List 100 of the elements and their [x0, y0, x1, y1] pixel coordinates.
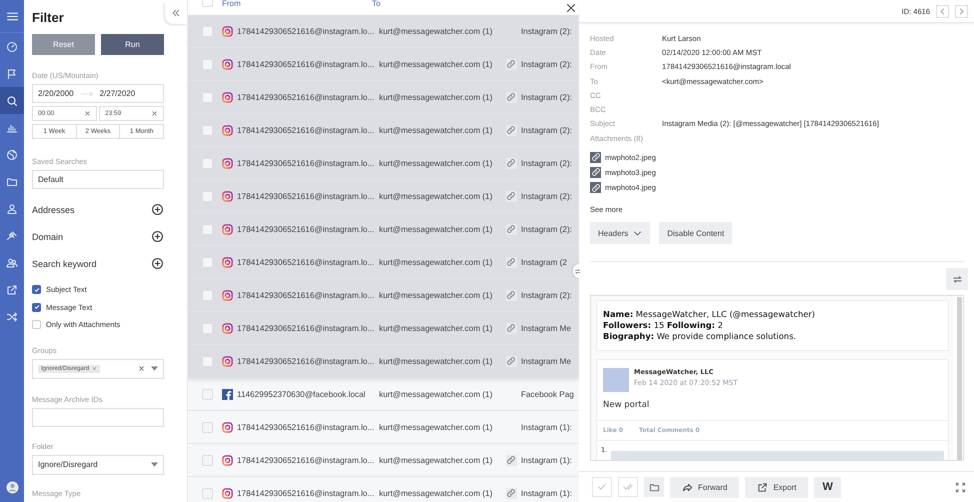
row-checkbox[interactable] [202, 422, 213, 432]
word-export-button[interactable]: W [814, 476, 841, 498]
recipient-address: kurt@messagewatcher.com (1) [379, 158, 494, 168]
next-button[interactable] [955, 4, 968, 18]
message-subject: Instagram (2): [521, 224, 572, 234]
fullscreen-icon[interactable] [955, 482, 966, 492]
add-icon[interactable] [151, 257, 164, 270]
logo-placeholder [603, 368, 629, 392]
message-row[interactable]: 17841429306521616@instagram.lo... kurt@messagewatcher.com (1) Instagram (1): [188, 444, 579, 477]
row-checkbox[interactable] [202, 290, 213, 300]
row-checkbox[interactable] [202, 388, 213, 400]
message-row[interactable]: 17841429306521616@instagram.lo... kurt@messagewatcher.com (1) Instagram (1): [188, 477, 579, 502]
recipient-address: kurt@messagewatcher.com (1) [379, 390, 494, 398]
instagram-icon [222, 290, 233, 300]
sender-address: 17841429306521616@instagram.lo... [237, 356, 376, 366]
headers-button[interactable]: Headers [590, 222, 650, 244]
nav-item[interactable] [0, 87, 24, 114]
clear-icon[interactable] [84, 110, 91, 117]
row-checkbox[interactable] [202, 158, 213, 168]
sender-address: 17841429306521616@instagram.lo... [237, 126, 376, 134]
message-row[interactable]: 17841429306521616@instagram.lo... kurt@messagewatcher.com (1) Instagram (2 [188, 246, 579, 279]
swap-icon [952, 274, 962, 285]
profile-text: Name: MessageWatcher, LLC (@messagewatcher) [603, 309, 816, 320]
check-icon [597, 482, 607, 492]
date-range-field[interactable]: 2/20/2000 2/27/2020 [32, 84, 164, 103]
message-row[interactable]: 17841429306521616@instagram.lo... kurt@messagewatcher.com (1) Instagram Me [188, 345, 579, 378]
message-row[interactable]: 114629952370630@facebook.local kurt@messagewatcher.com (1) Facebook Pag [188, 378, 579, 411]
recipient-address: kurt@messagewatcher.com (1) [379, 456, 494, 464]
saved-search-field[interactable]: Default [32, 170, 164, 189]
checkbox[interactable] [32, 285, 41, 294]
row-checkbox[interactable] [202, 92, 213, 102]
row-checkbox[interactable] [202, 190, 213, 202]
menu-icon[interactable] [6, 10, 18, 22]
previous-button[interactable] [936, 4, 949, 18]
recipient-address: kurt@messagewatcher.com (1) [379, 258, 494, 266]
instagram-icon [222, 190, 233, 202]
recipient-address: kurt@messagewatcher.com (1) [379, 60, 494, 68]
post-text: New portal [602, 399, 650, 412]
folder-select[interactable]: Ignore/Disregard [32, 454, 164, 474]
instagram-icon [222, 322, 233, 334]
row-checkbox[interactable] [202, 124, 213, 136]
message-row[interactable]: 17841429306521616@instagram.lo... kurt@messagewatcher.com (1) Instagram (2): [188, 213, 579, 246]
message-row[interactable]: 17841429306521616@instagram.lo... kurt@messagewatcher.com (1) Instagram (2): [188, 81, 579, 114]
collapse-button[interactable] [165, 2, 187, 24]
instagram-icon [222, 26, 233, 36]
row-checkbox[interactable] [202, 322, 213, 334]
row-checkbox[interactable] [202, 256, 213, 268]
run-button[interactable]: Run [101, 34, 164, 55]
row-checkbox[interactable] [202, 58, 213, 70]
swap-button[interactable] [946, 268, 968, 290]
search-icon [6, 94, 18, 106]
avatar-icon[interactable] [6, 480, 18, 494]
add-icon[interactable] [151, 230, 164, 243]
caret-icon[interactable] [151, 366, 158, 371]
archive-ids-field[interactable] [32, 408, 164, 426]
recipient-address: kurt@messagewatcher.com (1) [379, 290, 494, 300]
instagram-icon [222, 158, 233, 168]
chevron-left-icon [938, 6, 947, 16]
row-checkbox[interactable] [202, 26, 213, 36]
disable-content-button[interactable]: Disable Content [659, 222, 732, 244]
sender-address: 17841429306521616@instagram.lo... [237, 488, 376, 498]
message-row[interactable]: 17841429306521616@instagram.lo... kurt@messagewatcher.com (1) Instagram Me [188, 312, 579, 345]
caret-icon[interactable] [151, 462, 158, 467]
external-link-icon [757, 482, 768, 492]
row-checkbox[interactable] [202, 356, 213, 366]
clear-icon[interactable] [151, 110, 158, 117]
row-checkbox[interactable] [202, 488, 213, 498]
folder-icon [648, 482, 660, 492]
recipient-address: kurt@messagewatcher.com (1) [379, 224, 494, 234]
sender-address: 17841429306521616@instagram.lo... [237, 324, 376, 332]
shuffle-icon [6, 310, 18, 322]
column-header[interactable]: To [372, 0, 380, 8]
row-checkbox[interactable] [202, 224, 213, 234]
column-header[interactable]: From [222, 0, 372, 8]
scrollbar[interactable] [957, 297, 962, 460]
recipient-address: kurt@messagewatcher.com (1) [379, 324, 494, 332]
clear-icon[interactable] [138, 365, 145, 372]
folder-icon [6, 176, 18, 188]
attachment-icon [590, 182, 601, 194]
message-row[interactable]: 17841429306521616@instagram.lo... kurt@messagewatcher.com (1) Instagram (2): [188, 48, 579, 81]
recipient-address: kurt@messagewatcher.com (1) [379, 488, 494, 498]
message-row[interactable]: 17841429306521616@instagram.lo... kurt@messagewatcher.com (1) Instagram (2): [188, 147, 579, 180]
instagram-icon [222, 124, 233, 136]
sender-address: 17841429306521616@instagram.lo... [237, 224, 376, 234]
add-icon[interactable] [151, 203, 164, 216]
message-subject: Instagram (2): [521, 60, 572, 68]
row-checkbox[interactable] [202, 454, 213, 466]
export-button[interactable]: Export [745, 476, 808, 498]
checkbox[interactable] [32, 302, 41, 312]
message-row[interactable]: 17841429306521616@instagram.lo... kurt@messagewatcher.com (1) Instagram (2): [188, 180, 579, 213]
forward-button[interactable]: Forward [670, 476, 740, 498]
double-chevron-left-icon [171, 8, 181, 18]
message-row[interactable]: 17841429306521616@instagram.lo... kurt@messagewatcher.com (1) Instagram (2): [188, 279, 579, 312]
facebook-icon [222, 388, 233, 400]
message-row[interactable]: 17841429306521616@instagram.lo... kurt@messagewatcher.com (1) Instagram (2): [188, 15, 579, 48]
message-row[interactable]: 17841429306521616@instagram.lo... kurt@messagewatcher.com (1) Instagram (2): [188, 114, 579, 147]
move-folder-button[interactable] [644, 477, 664, 497]
sender-address: 17841429306521616@instagram.lo... [237, 456, 376, 464]
recipient-address: kurt@messagewatcher.com (1) [379, 26, 494, 36]
message-row[interactable]: 17841429306521616@instagram.lo... kurt@messagewatcher.com (1) Instagram (1): [188, 411, 579, 444]
